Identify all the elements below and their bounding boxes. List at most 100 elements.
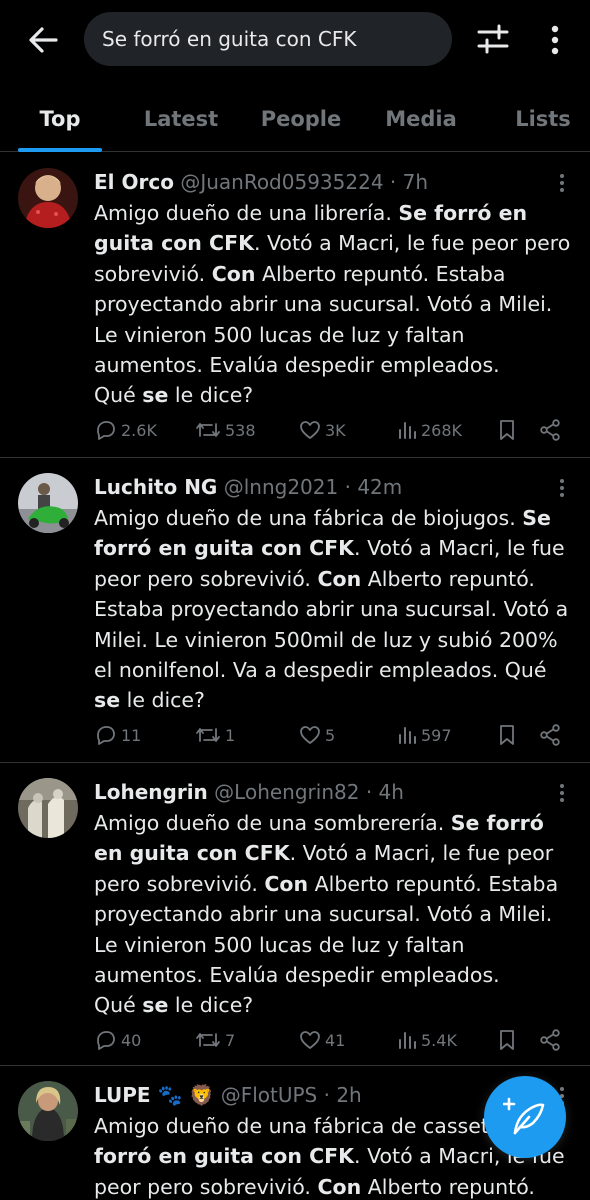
separator-dot: · <box>344 475 351 499</box>
reply-count: 11 <box>121 725 142 745</box>
tweet-more-button[interactable] <box>552 172 572 194</box>
tweet[interactable]: Lohengrin @Lohengrin82 · 4h Amigo dueño … <box>0 764 590 1066</box>
reply-button[interactable]: 40 <box>94 1026 141 1054</box>
tweet-header: LUPE 🐾 🦁 @FlotUPS · 2h <box>94 1079 362 1111</box>
tweet-header: El Orco @JuanRod05935224 · 7h <box>94 166 428 198</box>
tweet[interactable]: El Orco @JuanRod05935224 · 7h Amigo dueñ… <box>0 154 590 458</box>
repost-button[interactable]: 538 <box>194 416 256 444</box>
repost-icon <box>196 728 220 742</box>
repost-button[interactable]: 7 <box>194 1026 235 1054</box>
share-button[interactable] <box>538 416 562 444</box>
back-button[interactable] <box>22 22 62 58</box>
user-handle[interactable]: @Lohengrin82 <box>214 780 359 804</box>
avatar[interactable] <box>18 473 78 533</box>
like-button[interactable]: 41 <box>298 1026 345 1054</box>
repost-icon <box>196 423 220 437</box>
timestamp[interactable]: 4h <box>379 780 404 804</box>
avatar[interactable] <box>18 1081 78 1141</box>
more-options-button[interactable] <box>540 20 570 58</box>
text-segment: Qué <box>94 993 143 1018</box>
more-vertical-icon <box>560 479 564 497</box>
text-segment: Qué <box>94 383 143 408</box>
tweet-header: Luchito NG @lnng2021 · 42m <box>94 471 402 503</box>
text-segment: le dice? <box>168 993 254 1018</box>
view-count: 268K <box>421 420 463 440</box>
share-button[interactable] <box>538 1026 562 1054</box>
like-count: 5 <box>325 725 336 745</box>
repost-button[interactable]: 1 <box>194 721 235 749</box>
views-button[interactable]: 268K <box>396 416 462 444</box>
avatar[interactable] <box>18 168 78 228</box>
more-vertical-icon <box>551 25 559 55</box>
bookmark-icon <box>500 725 514 745</box>
view-count: 5.4K <box>421 1030 457 1050</box>
tweet-actions: 2.6K 538 3K 268K <box>94 416 574 444</box>
user-handle[interactable]: @lnng2021 <box>224 475 339 499</box>
timestamp[interactable]: 42m <box>357 475 402 499</box>
bar-chart-icon <box>399 727 416 744</box>
text-segment: Alberto repuntó. <box>361 1174 535 1199</box>
display-name[interactable]: Luchito NG <box>94 475 217 499</box>
reply-count: 40 <box>121 1030 142 1050</box>
share-button[interactable] <box>538 721 562 749</box>
views-button[interactable]: 5.4K <box>396 1026 457 1054</box>
text-segment: le dice? <box>120 688 205 713</box>
sliders-icon <box>477 24 509 54</box>
tab-lists[interactable]: Lists <box>508 90 578 152</box>
avatar[interactable] <box>18 778 78 838</box>
more-vertical-icon <box>560 174 564 192</box>
tweet-actions: 11 1 5 597 <box>94 721 574 749</box>
like-button[interactable]: 5 <box>298 721 335 749</box>
separator-dot: · <box>365 780 373 804</box>
views-button[interactable]: 597 <box>396 721 452 749</box>
like-button[interactable]: 3K <box>298 416 346 444</box>
repost-count: 7 <box>225 1030 236 1050</box>
repost-icon <box>196 1033 220 1047</box>
compose-feather-icon <box>503 1097 545 1135</box>
bookmark-button[interactable] <box>496 721 518 749</box>
highlight-term: Con <box>317 1174 362 1199</box>
text-segment: Amigo dueño de una sombrerería. <box>94 811 451 835</box>
bookmark-icon <box>500 1030 514 1050</box>
more-vertical-icon <box>560 784 564 802</box>
tab-media[interactable]: Media <box>380 90 462 152</box>
separator-dot: · <box>389 170 397 194</box>
tab-people[interactable]: People <box>254 90 348 152</box>
search-filter-button[interactable] <box>473 20 513 58</box>
share-icon <box>540 419 560 441</box>
highlight-term: Con <box>264 871 309 896</box>
tab-top[interactable]: Top <box>18 90 102 152</box>
bookmark-icon <box>500 420 514 440</box>
text-segment: Amigo dueño de una fábrica de biojugos. <box>94 506 523 530</box>
highlight-term: forró en guita con CFK <box>94 1144 355 1169</box>
bookmark-button[interactable] <box>496 1026 518 1054</box>
heart-icon <box>300 726 320 744</box>
reply-button[interactable]: 11 <box>94 721 141 749</box>
text-segment: Amigo dueño de una librería. <box>94 201 399 225</box>
highlight-term: Con <box>211 261 256 286</box>
search-box <box>84 12 452 66</box>
tweet-text: Amigo dueño de una librería. Se forró en… <box>94 198 576 411</box>
tab-latest[interactable]: Latest <box>136 90 226 152</box>
display-name[interactable]: El Orco <box>94 170 174 194</box>
heart-icon <box>300 1031 320 1049</box>
reply-icon <box>97 726 115 745</box>
arrow-left-icon <box>29 27 58 53</box>
user-handle[interactable]: @JuanRod05935224 <box>180 170 383 194</box>
user-handle[interactable]: @FlotUPS <box>221 1083 318 1107</box>
highlight-term: se <box>142 383 169 408</box>
tweet-more-button[interactable] <box>552 782 572 804</box>
view-count: 597 <box>421 725 452 745</box>
search-input[interactable] <box>102 12 442 66</box>
display-name[interactable]: LUPE 🐾 🦁 <box>94 1083 214 1107</box>
compose-post-button[interactable] <box>484 1076 566 1158</box>
highlight-term: se <box>94 688 121 713</box>
display-name[interactable]: Lohengrin <box>94 780 208 804</box>
bar-chart-icon <box>399 422 416 439</box>
bookmark-button[interactable] <box>496 416 518 444</box>
tweet[interactable]: Luchito NG @lnng2021 · 42m Amigo dueño d… <box>0 459 590 763</box>
tweet-more-button[interactable] <box>552 477 572 499</box>
reply-button[interactable]: 2.6K <box>94 416 157 444</box>
timestamp[interactable]: 7h <box>403 170 428 194</box>
timestamp[interactable]: 2h <box>336 1083 361 1107</box>
